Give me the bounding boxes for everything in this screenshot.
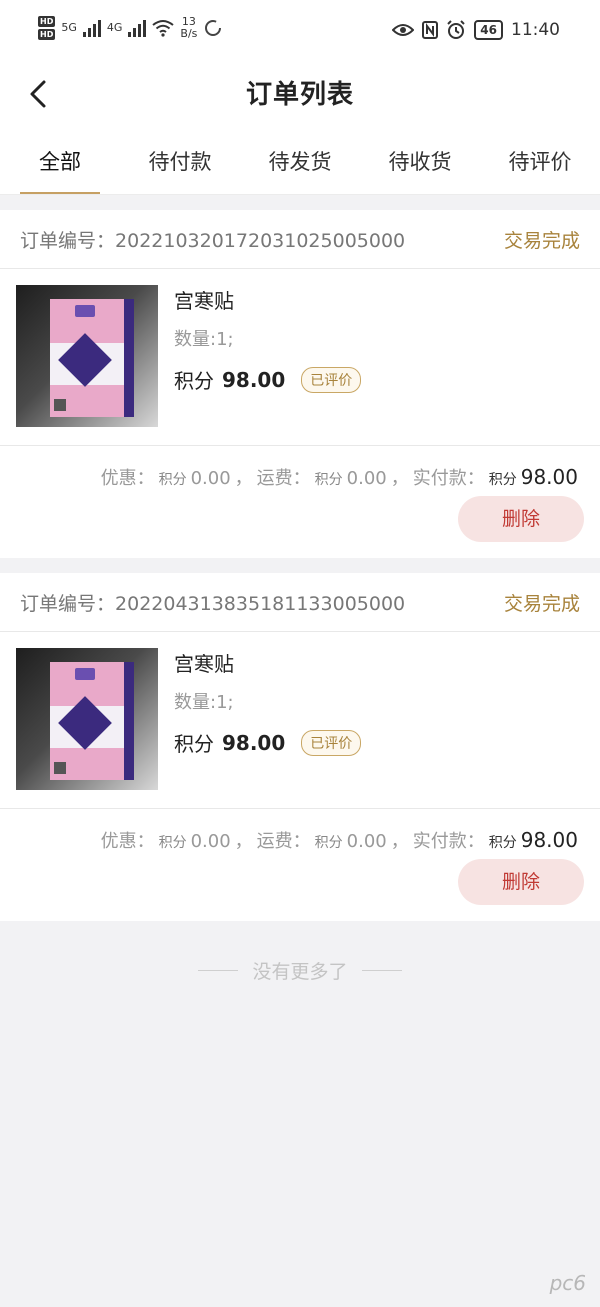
top-area: HD HD 5G 4G 13 B/s 46 11:40 订单列表 全部 待付款 … <box>0 0 600 195</box>
nav-bar: 订单列表 <box>0 62 600 126</box>
eye-icon <box>392 24 415 36</box>
network-speed: 13 B/s <box>180 15 198 40</box>
tab-pending-shipment[interactable]: 待发货 <box>240 126 360 194</box>
delete-button[interactable]: 删除 <box>458 859 584 905</box>
order-card[interactable]: 订单编号：202204313835181133005000 交易完成 宫寒贴 数… <box>0 573 600 921</box>
product-image <box>16 648 158 790</box>
order-totals: 优惠： 积分 0.00 ， 运费： 积分 0.00 ， 实付款： 积分 98.0… <box>100 828 578 852</box>
order-number: 订单编号：202204313835181133005000 <box>20 592 406 615</box>
tab-pending-payment[interactable]: 待付款 <box>120 126 240 194</box>
product-name: 宫寒贴 <box>174 652 234 676</box>
tab-pending-receipt[interactable]: 待收货 <box>360 126 480 194</box>
reviewed-badge: 已评价 <box>301 366 362 393</box>
order-summary: 优惠： 积分 0.00 ， 运费： 积分 0.00 ， 实付款： 积分 98.0… <box>0 446 600 558</box>
alarm-icon <box>447 20 466 39</box>
order-totals: 优惠： 积分 0.00 ， 运费： 积分 0.00 ， 实付款： 积分 98.0… <box>100 465 578 489</box>
product-quantity: 数量:1; <box>174 329 234 350</box>
tab-all[interactable]: 全部 <box>0 126 120 194</box>
product-image <box>16 285 158 427</box>
signal-icon <box>82 19 101 37</box>
signal-icon-2 <box>128 19 147 37</box>
hd-indicator: HD HD <box>38 16 56 40</box>
network-type-4g: 4G <box>106 21 123 34</box>
status-bar: HD HD 5G 4G 13 B/s 46 11:40 <box>0 0 600 62</box>
tab-pending-review[interactable]: 待评价 <box>480 126 600 194</box>
nfc-icon <box>422 21 439 39</box>
order-status: 交易完成 <box>503 592 580 615</box>
network-type-5g: 5G <box>61 21 77 34</box>
battery-icon: 46 <box>474 20 503 40</box>
tab-bar: 全部 待付款 待发货 待收货 待评价 <box>0 126 600 195</box>
page-title: 订单列表 <box>245 80 354 110</box>
order-card[interactable]: 订单编号：202210320172031025005000 交易完成 宫寒贴 数… <box>0 210 600 558</box>
delete-button[interactable]: 删除 <box>458 496 584 542</box>
watermark-logo: pc6 <box>549 1271 586 1295</box>
product-quantity: 数量:1; <box>174 692 234 713</box>
order-summary: 优惠： 积分 0.00 ， 运费： 积分 0.00 ， 实付款： 积分 98.0… <box>0 809 600 921</box>
no-more-text: 没有更多了 <box>252 961 348 983</box>
wifi-icon <box>152 20 175 37</box>
no-more-indicator: 没有更多了 <box>0 957 600 984</box>
loading-icon <box>205 20 222 36</box>
order-number: 订单编号：202210320172031025005000 <box>20 229 406 252</box>
order-header: 订单编号：202210320172031025005000 交易完成 <box>0 210 600 269</box>
order-status: 交易完成 <box>503 229 580 252</box>
product-price: 积分 98.00 已评价 <box>174 365 362 394</box>
clock: 11:40 <box>511 20 560 40</box>
order-item[interactable]: 宫寒贴 数量:1; 积分 98.00 已评价 <box>0 632 600 809</box>
order-header: 订单编号：202204313835181133005000 交易完成 <box>0 573 600 632</box>
divider <box>198 970 239 971</box>
product-price: 积分 98.00 已评价 <box>174 728 362 757</box>
product-name: 宫寒贴 <box>174 289 234 313</box>
order-item[interactable]: 宫寒贴 数量:1; 积分 98.00 已评价 <box>0 269 600 446</box>
reviewed-badge: 已评价 <box>301 729 362 756</box>
divider <box>361 970 402 971</box>
